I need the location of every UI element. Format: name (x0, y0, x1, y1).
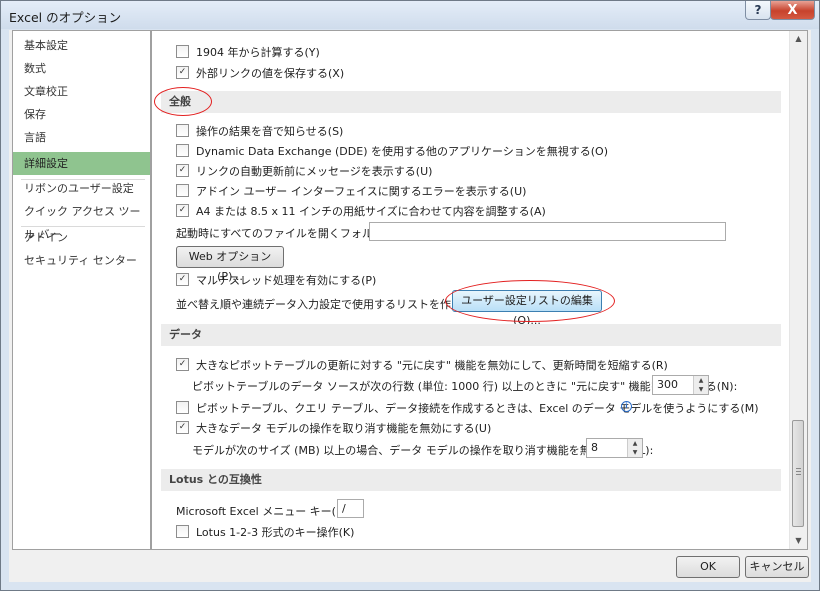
nav-item-trust-center[interactable]: セキュリティ センター (13, 249, 150, 272)
checkbox[interactable] (176, 45, 189, 58)
title-bar: Excel のオプション ? X (1, 1, 819, 29)
info-icon[interactable]: i (621, 401, 632, 412)
grip-line (796, 471, 801, 472)
ok-button[interactable]: OK (676, 556, 740, 578)
red-annotation-circle (445, 280, 615, 322)
checkbox[interactable]: ✓ (176, 273, 189, 286)
excel-options-dialog: Excel のオプション ? X 基本設定 数式 文章校正 保存 言語 詳細設定… (0, 0, 820, 591)
spin-down-icon[interactable]: ▼ (693, 385, 708, 394)
help-button[interactable]: ? (745, 1, 771, 20)
checkbox[interactable]: ✓ (176, 358, 189, 371)
section-lotus: Lotus との互換性 (161, 469, 781, 491)
checkbox[interactable] (176, 124, 189, 137)
nav-item-basic[interactable]: 基本設定 (13, 34, 150, 57)
nav-item-proofing[interactable]: 文章校正 (13, 80, 150, 103)
checkbox[interactable] (176, 144, 189, 157)
pivot-rows-spinner[interactable]: 300 ▲ ▼ (652, 375, 709, 395)
grip-line (796, 474, 801, 475)
nav-item-qat[interactable]: クイック アクセス ツール バー (13, 200, 150, 241)
spin-down-icon[interactable]: ▼ (627, 448, 642, 457)
web-options-button[interactable]: Web オプション(P)... (176, 246, 284, 283)
model-size-label: モデルが次のサイズ (MB) 以上の場合、データ モデルの操作を取り消す機能を無… (192, 444, 654, 457)
checkbox[interactable]: ✓ (176, 66, 189, 79)
nav-item-addins[interactable]: アドイン (13, 226, 150, 249)
nav-item-save[interactable]: 保存 (13, 103, 150, 126)
vertical-scrollbar[interactable]: ▲ ▼ (789, 31, 807, 549)
scroll-thumb[interactable] (792, 420, 804, 527)
nav-item-advanced[interactable]: 詳細設定 (13, 152, 150, 175)
nav-item-language[interactable]: 言語 (13, 126, 150, 149)
menu-key-input[interactable]: / (337, 499, 364, 518)
close-button[interactable]: X (770, 1, 815, 20)
scroll-up-icon[interactable]: ▲ (790, 31, 807, 47)
checkbox[interactable] (176, 525, 189, 538)
nav-item-formulas[interactable]: 数式 (13, 57, 150, 80)
red-annotation-circle (154, 87, 212, 116)
dialog-title: Excel のオプション (9, 10, 122, 25)
grip-line (796, 468, 801, 469)
model-size-spinner[interactable]: 8 ▲ ▼ (586, 438, 643, 458)
category-list: 基本設定 数式 文章校正 保存 言語 詳細設定 リボンのユーザー設定 クイック … (12, 30, 151, 550)
checkbox[interactable] (176, 184, 189, 197)
checkbox[interactable]: ✓ (176, 164, 189, 177)
checkbox[interactable] (176, 401, 189, 414)
section-general: 全般 (161, 91, 781, 113)
options-panel: 1904 年から計算する(Y) ✓ 外部リンクの値を保存する(X) 全般 操作の… (151, 30, 808, 550)
section-data: データ (161, 324, 781, 346)
menu-key-label: Microsoft Excel メニュー キー(M): (176, 505, 354, 518)
spin-up-icon[interactable]: ▲ (627, 439, 642, 448)
startup-folder-input[interactable] (369, 222, 726, 241)
dialog-body: 基本設定 数式 文章校正 保存 言語 詳細設定 リボンのユーザー設定 クイック … (9, 30, 811, 582)
nav-item-ribbon[interactable]: リボンのユーザー設定 (13, 177, 150, 200)
cancel-button[interactable]: キャンセル (745, 556, 809, 578)
spin-up-icon[interactable]: ▲ (693, 376, 708, 385)
scroll-down-icon[interactable]: ▼ (790, 533, 807, 549)
checkbox[interactable]: ✓ (176, 421, 189, 434)
checkbox[interactable]: ✓ (176, 204, 189, 217)
